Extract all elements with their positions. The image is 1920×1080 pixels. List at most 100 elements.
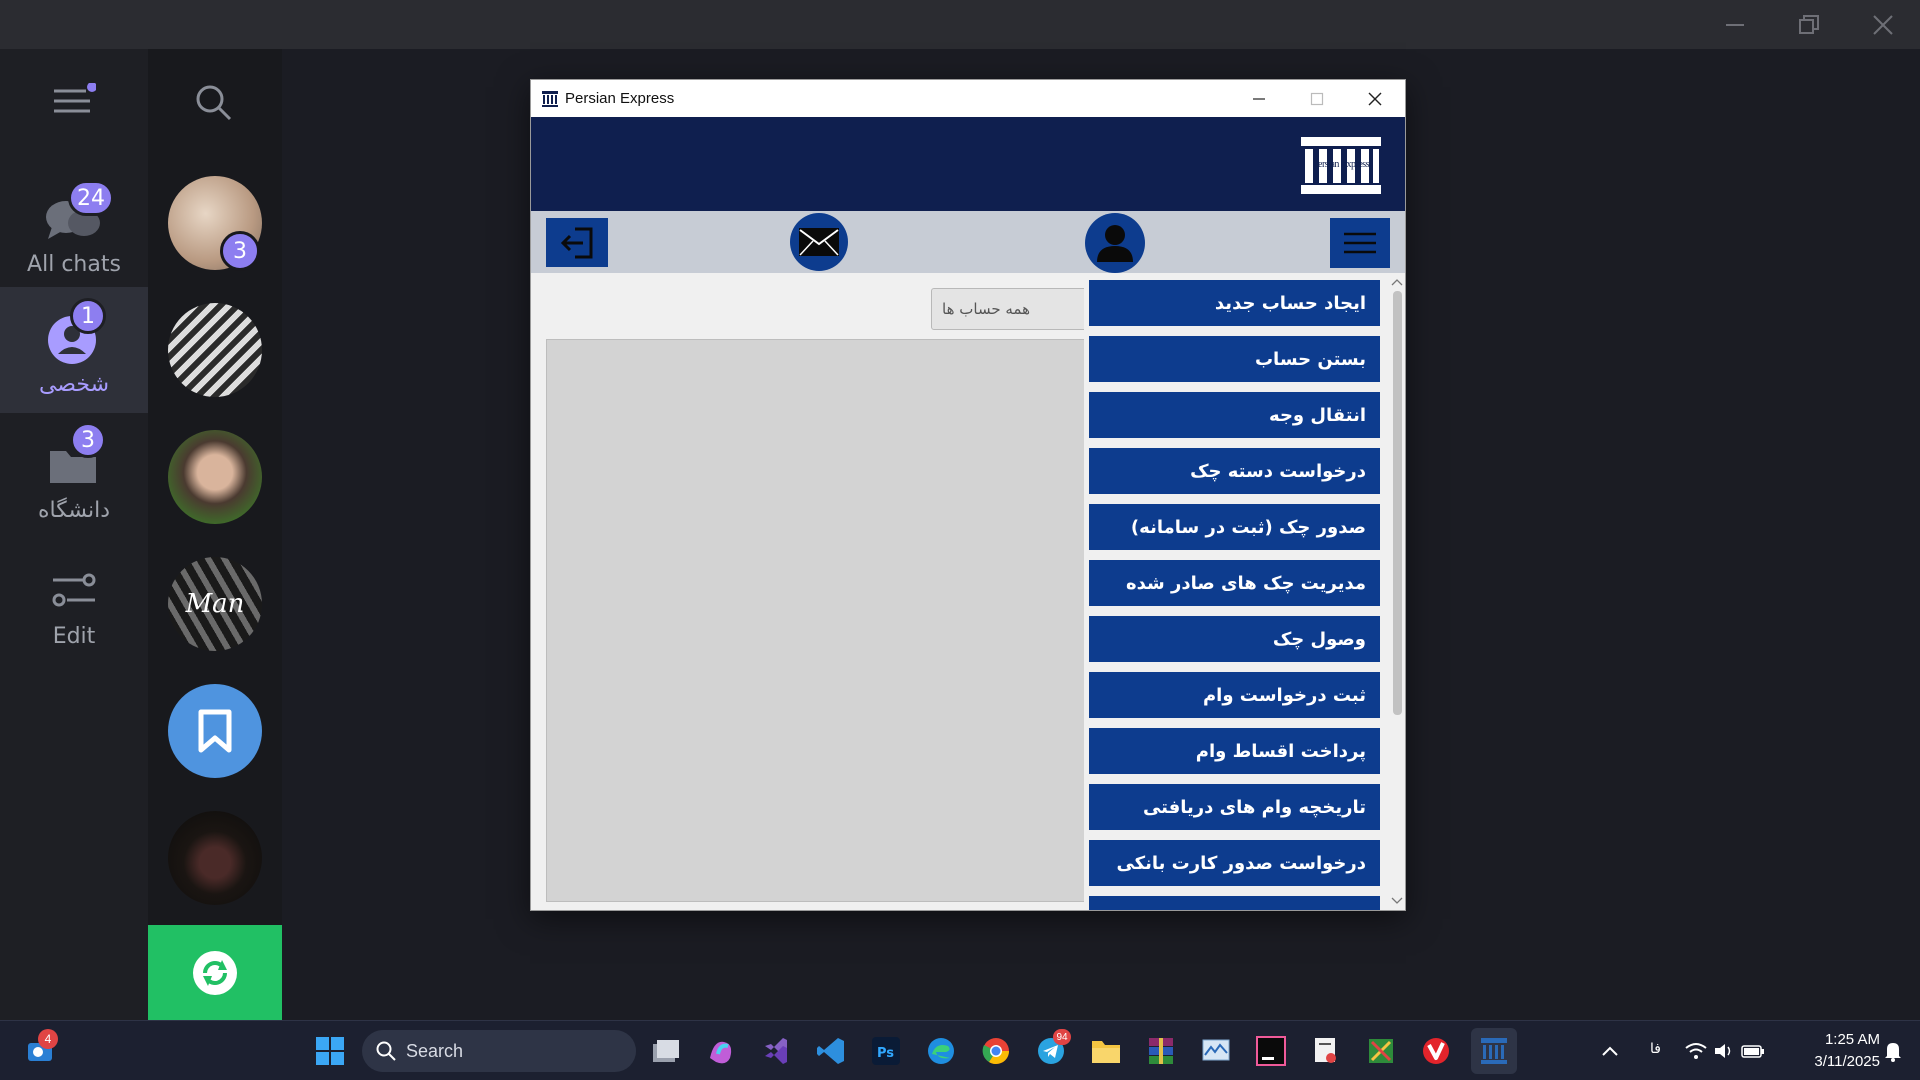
photoshop-icon[interactable]: Ps xyxy=(866,1031,906,1071)
folder-all-chats[interactable]: 24 All chats xyxy=(0,167,148,293)
tools-app-icon[interactable] xyxy=(1361,1031,1401,1071)
account-filter-select[interactable]: همه حساب ها xyxy=(931,288,1091,330)
menu-item-label: انتقال وجه xyxy=(1269,404,1366,426)
visual-studio-icon[interactable] xyxy=(756,1031,796,1071)
monitor-app-icon[interactable] xyxy=(1196,1031,1236,1071)
scroll-thumb[interactable] xyxy=(1393,291,1402,715)
chat-badge: 3 xyxy=(220,231,260,271)
content-panel xyxy=(546,339,1096,902)
menu-item-label: وصول چک xyxy=(1272,628,1366,650)
bank-icon xyxy=(541,90,559,108)
sync-button[interactable] xyxy=(148,925,282,1020)
telegram-icon[interactable]: 94 xyxy=(1031,1029,1071,1071)
menu-manage-checks[interactable]: مدیریت چک های صادر شده xyxy=(1089,560,1380,606)
folder-edit[interactable]: Edit xyxy=(0,539,148,665)
clock-time[interactable]: 1:25 AM xyxy=(1790,1031,1880,1048)
scroll-up-icon[interactable] xyxy=(1389,275,1405,289)
app-body: همه حساب ها ایجاد حساب جدید بستن حساب ان… xyxy=(531,273,1405,910)
bookmark-icon xyxy=(198,709,232,753)
start-icon[interactable] xyxy=(310,1031,350,1071)
persian-express-taskbar-icon[interactable] xyxy=(1471,1028,1517,1074)
hamburger-menu-button[interactable] xyxy=(1330,218,1390,268)
search-icon[interactable] xyxy=(194,83,234,127)
menu-loan-payment[interactable]: پرداخت اقساط وام xyxy=(1089,728,1380,774)
chevron-up-icon[interactable] xyxy=(1590,1031,1630,1071)
chrome-icon[interactable] xyxy=(976,1031,1016,1071)
menu-issue-check[interactable]: صدور چک (ثبت در سامانه) xyxy=(1089,504,1380,550)
minimize-icon[interactable] xyxy=(1698,0,1772,49)
snipping-tool-icon[interactable] xyxy=(1306,1031,1346,1071)
bank-logo: Persian Express xyxy=(1299,135,1383,197)
menu-item-partial[interactable] xyxy=(1089,896,1380,910)
sliders-icon xyxy=(44,562,104,618)
svg-text:Ps: Ps xyxy=(877,1046,894,1061)
copilot-icon[interactable] xyxy=(701,1031,741,1071)
logo-text: Persian Express xyxy=(1312,159,1370,170)
battery-icon[interactable] xyxy=(1740,1031,1766,1071)
folder-badge: 1 xyxy=(70,298,106,334)
restore-icon[interactable] xyxy=(1772,0,1846,49)
menu-scrollbar[interactable] xyxy=(1389,273,1405,910)
notification-bell-icon[interactable] xyxy=(1878,1031,1908,1071)
logout-icon xyxy=(560,227,593,258)
folder-icon: 3 xyxy=(44,422,106,492)
folder-badge: 24 xyxy=(68,180,114,216)
outlook-icon[interactable]: 4 xyxy=(20,1029,60,1071)
folder-university[interactable]: 3 دانشگاه xyxy=(0,413,148,539)
app-toolbar xyxy=(531,211,1405,273)
side-menu: ایجاد حساب جدید بستن حساب انتقال وجه درخ… xyxy=(1084,273,1405,910)
menu-item-label: بستن حساب xyxy=(1254,348,1366,370)
vivaldi-icon[interactable] xyxy=(1416,1031,1456,1071)
maximize-icon[interactable] xyxy=(1288,80,1346,117)
folder-label: شخصی xyxy=(38,372,110,397)
profile-button[interactable] xyxy=(1085,213,1145,273)
menu-item-label: درخواست صدور کارت بانکی xyxy=(1116,852,1366,874)
menu-item-label: صدور چک (ثبت در سامانه) xyxy=(1130,516,1366,538)
menu-card-request[interactable]: درخواست صدور کارت بانکی xyxy=(1089,840,1380,886)
folder-badge: 3 xyxy=(70,422,106,458)
volume-icon[interactable] xyxy=(1712,1031,1736,1071)
chat-avatar[interactable] xyxy=(168,303,262,397)
search-icon xyxy=(376,1041,396,1061)
menu-icon[interactable] xyxy=(52,82,97,119)
app-header: Persian Express xyxy=(531,117,1405,211)
menu-item-label: پرداخت اقساط وام xyxy=(1195,740,1366,762)
menu-item-label: ثبت درخواست وام xyxy=(1202,684,1366,706)
task-view-icon[interactable] xyxy=(646,1031,686,1071)
close-icon[interactable] xyxy=(1846,0,1920,49)
wifi-icon[interactable] xyxy=(1684,1031,1708,1071)
folder-label: All chats xyxy=(27,252,121,277)
person-icon: 1 xyxy=(44,298,106,366)
menu-loan-history[interactable]: تاریخچه وام های دریافتی xyxy=(1089,784,1380,830)
window-title: Persian Express xyxy=(565,90,675,107)
saved-messages-avatar[interactable] xyxy=(168,684,262,778)
jetbrains-icon[interactable] xyxy=(1251,1031,1291,1071)
folder-label: Edit xyxy=(52,624,96,649)
menu-cash-check[interactable]: وصول چک xyxy=(1089,616,1380,662)
folder-personal[interactable]: 1 شخصی xyxy=(0,287,148,413)
chats-icon: 24 xyxy=(44,180,114,246)
chat-avatar[interactable] xyxy=(168,811,262,905)
menu-transfer[interactable]: انتقال وجه xyxy=(1089,392,1380,438)
language-indicator[interactable]: فا xyxy=(1650,1041,1661,1057)
clock-date[interactable]: 3/11/2025 xyxy=(1790,1053,1880,1070)
messages-button[interactable] xyxy=(790,213,848,271)
menu-request-checkbook[interactable]: درخواست دسته چک xyxy=(1089,448,1380,494)
vscode-icon[interactable] xyxy=(811,1031,851,1071)
chat-avatar[interactable] xyxy=(168,430,262,524)
menu-close-account[interactable]: بستن حساب xyxy=(1089,336,1380,382)
outlook-badge: 4 xyxy=(38,1029,58,1049)
file-explorer-icon[interactable] xyxy=(1086,1031,1126,1071)
winrar-icon[interactable] xyxy=(1141,1031,1181,1071)
search-placeholder: Search xyxy=(406,1040,464,1061)
chat-avatar[interactable]: Man xyxy=(168,557,262,651)
taskbar-search[interactable]: Search xyxy=(362,1030,636,1072)
logout-button[interactable] xyxy=(546,218,608,267)
minimize-icon[interactable] xyxy=(1230,80,1288,117)
scroll-down-icon[interactable] xyxy=(1389,894,1405,908)
hamburger-icon xyxy=(1344,232,1376,254)
edge-icon[interactable] xyxy=(921,1031,961,1071)
close-icon[interactable] xyxy=(1346,80,1404,117)
menu-create-account[interactable]: ایجاد حساب جدید xyxy=(1089,280,1380,326)
menu-loan-request[interactable]: ثبت درخواست وام xyxy=(1089,672,1380,718)
